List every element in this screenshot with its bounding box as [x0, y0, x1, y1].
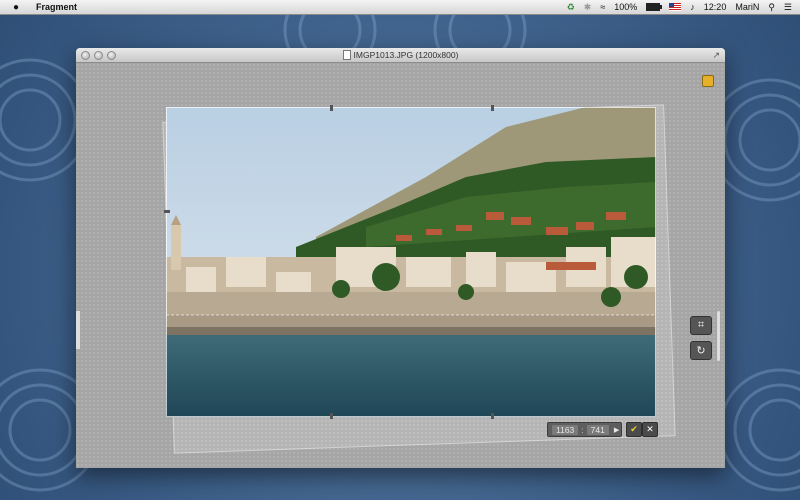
- window-title: IMGP1013.JPG (1200x800): [353, 50, 459, 60]
- crop-handle-bottom-right[interactable]: [491, 413, 494, 419]
- minimize-window-button[interactable]: [94, 51, 103, 60]
- crop-width-field[interactable]: 1163: [552, 424, 579, 435]
- apply-crop-button[interactable]: ✔: [626, 422, 642, 437]
- dimension-separator: :: [581, 424, 584, 435]
- crop-height-field[interactable]: 741: [586, 424, 609, 435]
- title-bar[interactable]: IMGP1013.JPG (1200x800) ↗: [76, 48, 725, 63]
- save-icon[interactable]: [702, 75, 714, 87]
- user-menu[interactable]: MariN: [735, 2, 759, 12]
- document-icon: [342, 50, 351, 60]
- battery-percent[interactable]: 100%: [614, 2, 637, 12]
- app-window: IMGP1013.JPG (1200x800) ↗ 1163: 741 ▶ ✔…: [76, 48, 725, 468]
- zoom-window-button[interactable]: [107, 51, 116, 60]
- notification-icon[interactable]: ☰: [784, 2, 792, 13]
- crop-handle-top-right[interactable]: [491, 105, 494, 111]
- volume-icon[interactable]: ♪: [690, 2, 695, 12]
- fullscreen-icon[interactable]: ↗: [712, 50, 720, 61]
- bluetooth-icon[interactable]: ✱: [584, 2, 592, 13]
- crop-handle-left[interactable]: [164, 210, 170, 213]
- left-panel-handle[interactable]: [76, 311, 80, 349]
- aspect-menu-icon[interactable]: ▶: [614, 426, 619, 434]
- crop-dimensions: 1163 : 741 ▶: [547, 422, 623, 437]
- sync-icon[interactable]: ♻: [567, 2, 575, 13]
- menu-bar: ● Fragment ♻ ✱ ≈ 100% ♪ 12:20 MariN ⚲ ☰: [0, 0, 800, 15]
- tool-palette: ⌗ ↻: [690, 316, 712, 360]
- clock[interactable]: 12:20: [704, 2, 727, 12]
- rotate-tool-icon[interactable]: ↻: [690, 341, 712, 360]
- crop-handle-top-left[interactable]: [330, 105, 333, 111]
- wifi-icon[interactable]: ≈: [600, 2, 605, 12]
- crop-tool-icon[interactable]: ⌗: [690, 316, 712, 335]
- editor-canvas[interactable]: 1163 : 741 ▶ ✔ ✕ ⌗ ↻: [76, 63, 725, 468]
- crop-handle-bottom-left[interactable]: [330, 413, 333, 419]
- apple-icon[interactable]: ●: [10, 2, 22, 13]
- right-panel-handle[interactable]: [717, 311, 720, 361]
- flag-icon[interactable]: [669, 3, 682, 11]
- cancel-crop-button[interactable]: ✕: [642, 422, 658, 437]
- battery-icon[interactable]: [646, 3, 663, 11]
- spotlight-icon[interactable]: ⚲: [768, 2, 775, 13]
- crop-frame[interactable]: [164, 105, 656, 419]
- app-menu[interactable]: Fragment: [36, 2, 77, 12]
- close-window-button[interactable]: [81, 51, 90, 60]
